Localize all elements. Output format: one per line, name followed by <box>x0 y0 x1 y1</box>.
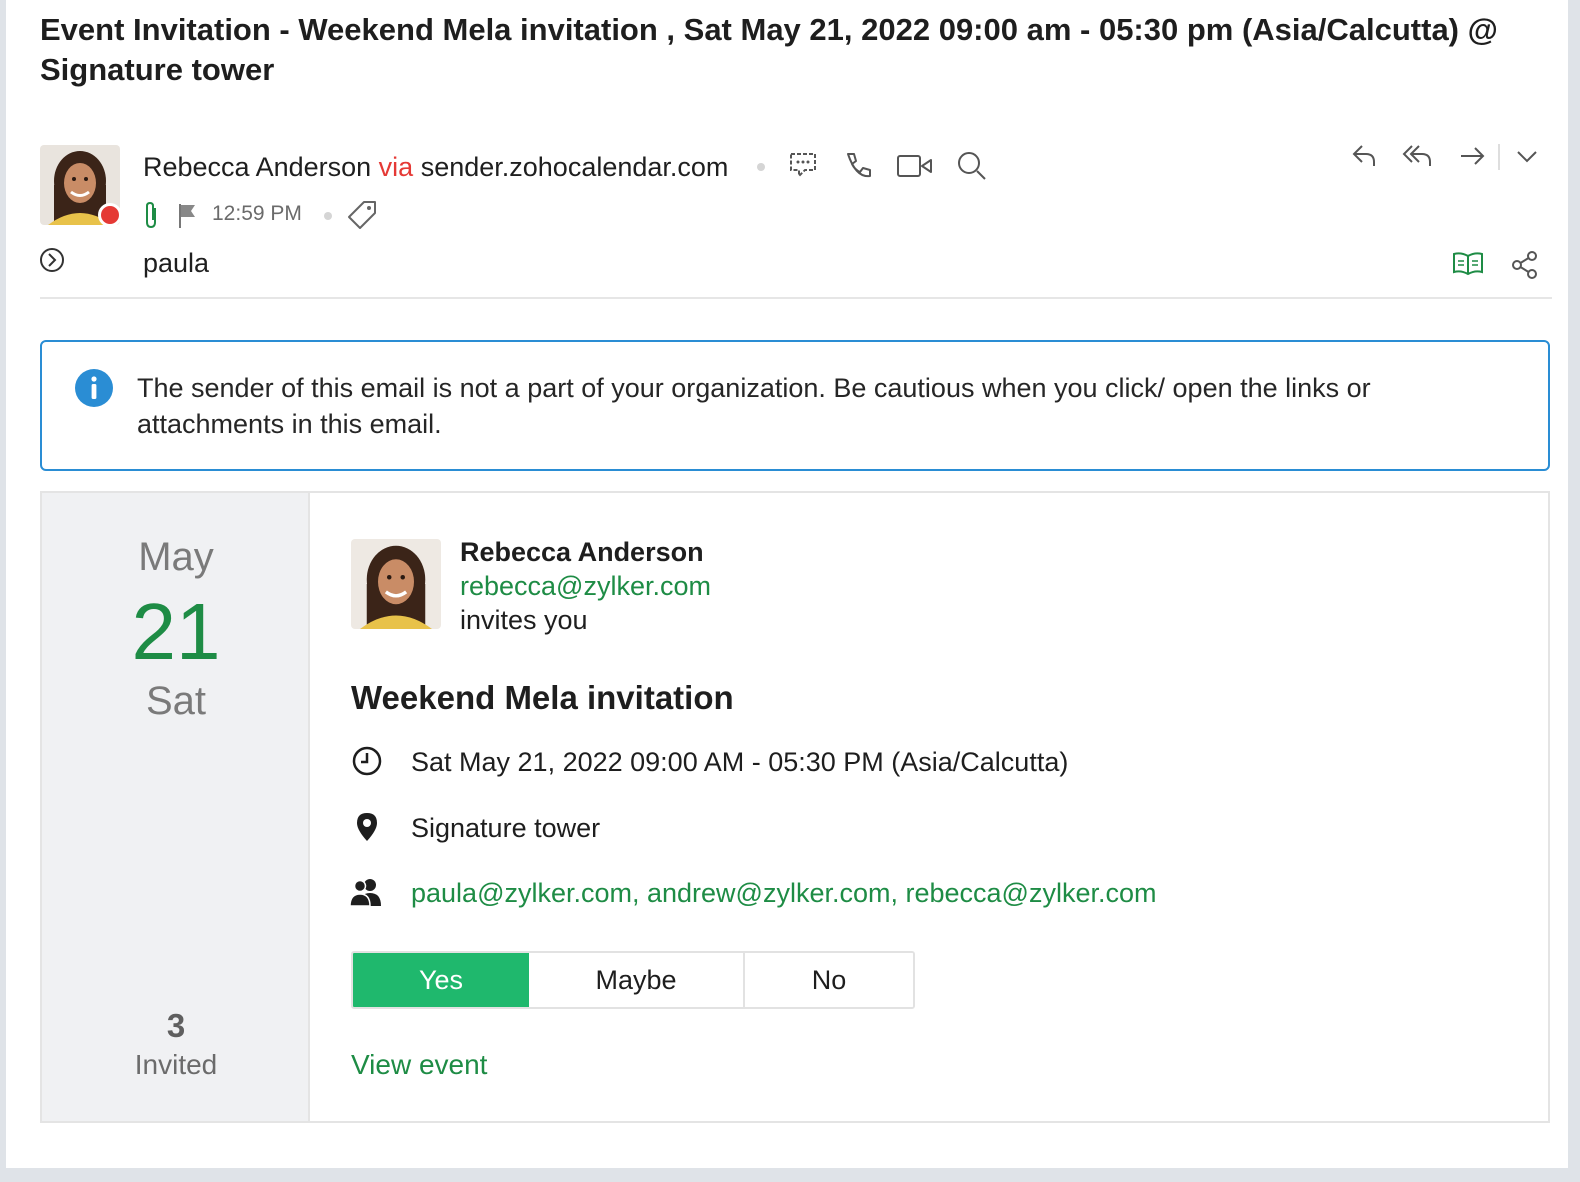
email-view: Event Invitation - Weekend Mela invitati… <box>6 0 1568 1168</box>
divider <box>1498 144 1500 170</box>
video-icon[interactable] <box>896 152 934 180</box>
via-domain: sender.zohocalendar.com <box>420 152 729 182</box>
received-time: 12:59 PM <box>212 202 302 225</box>
host-name: Rebecca Anderson <box>460 537 704 567</box>
event-attendees[interactable]: paula@zylker.com, andrew@zylker.com, reb… <box>411 878 1156 909</box>
view-event-link[interactable]: View event <box>351 1049 487 1081</box>
via-label: via <box>378 152 414 182</box>
clock-icon <box>352 746 382 776</box>
chat-icon[interactable] <box>788 150 818 180</box>
rsvp-no-button[interactable]: No <box>745 953 913 1007</box>
rsvp-button-group: Yes Maybe No <box>351 951 915 1009</box>
location-pin-icon <box>357 813 377 841</box>
reply-icon[interactable] <box>1350 142 1380 170</box>
presence-status-dot <box>98 203 122 227</box>
event-title: Weekend Mela invitation <box>351 679 734 716</box>
search-icon[interactable] <box>956 150 988 182</box>
rsvp-maybe-button[interactable]: Maybe <box>529 953 745 1007</box>
event-month: May <box>138 535 214 579</box>
sender-line: Rebecca Anderson via sender.zohocalendar… <box>143 150 728 184</box>
attendees-icon <box>349 879 381 907</box>
reading-mode-icon[interactable] <box>1452 250 1484 278</box>
invitation-card: May 21 Sat 3 Invited Rebecca Anderson re… <box>40 491 1550 1123</box>
date-column: May 21 Sat 3 Invited <box>42 493 310 1121</box>
expand-details-icon[interactable] <box>38 246 66 274</box>
event-datetime: Sat May 21, 2022 09:00 AM - 05:30 PM (As… <box>411 747 1069 777</box>
reply-all-icon[interactable] <box>1402 142 1436 170</box>
external-sender-notice: The sender of this email is not a part o… <box>40 340 1550 471</box>
host-avatar <box>351 539 441 629</box>
more-dropdown-icon[interactable] <box>1514 144 1540 168</box>
tag-icon[interactable] <box>346 199 378 231</box>
rsvp-yes-button[interactable]: Yes <box>353 953 529 1007</box>
phone-icon[interactable] <box>842 150 874 182</box>
host-email-link[interactable]: rebecca@zylker.com <box>460 571 711 602</box>
recipient-name[interactable]: paula <box>143 248 209 279</box>
sender-name[interactable]: Rebecca Anderson <box>143 152 371 182</box>
email-subject: Event Invitation - Weekend Mela invitati… <box>40 12 1498 87</box>
header-divider <box>40 297 1552 299</box>
event-weekday: Sat <box>145 679 207 723</box>
flag-icon[interactable] <box>176 201 200 229</box>
invited-label: Invited <box>134 1049 218 1080</box>
separator-dot <box>324 212 332 220</box>
notice-text: The sender of this email is not a part o… <box>137 373 1371 439</box>
invited-count: 3 <box>166 1007 186 1044</box>
event-day: 21 <box>131 587 221 676</box>
info-icon <box>75 369 113 407</box>
attachment-icon[interactable] <box>142 200 162 230</box>
event-location: Signature tower <box>411 813 601 843</box>
separator-dot <box>757 163 765 171</box>
invites-text: invites you <box>460 605 588 635</box>
share-icon[interactable] <box>1510 250 1540 280</box>
forward-icon[interactable] <box>1458 142 1488 170</box>
